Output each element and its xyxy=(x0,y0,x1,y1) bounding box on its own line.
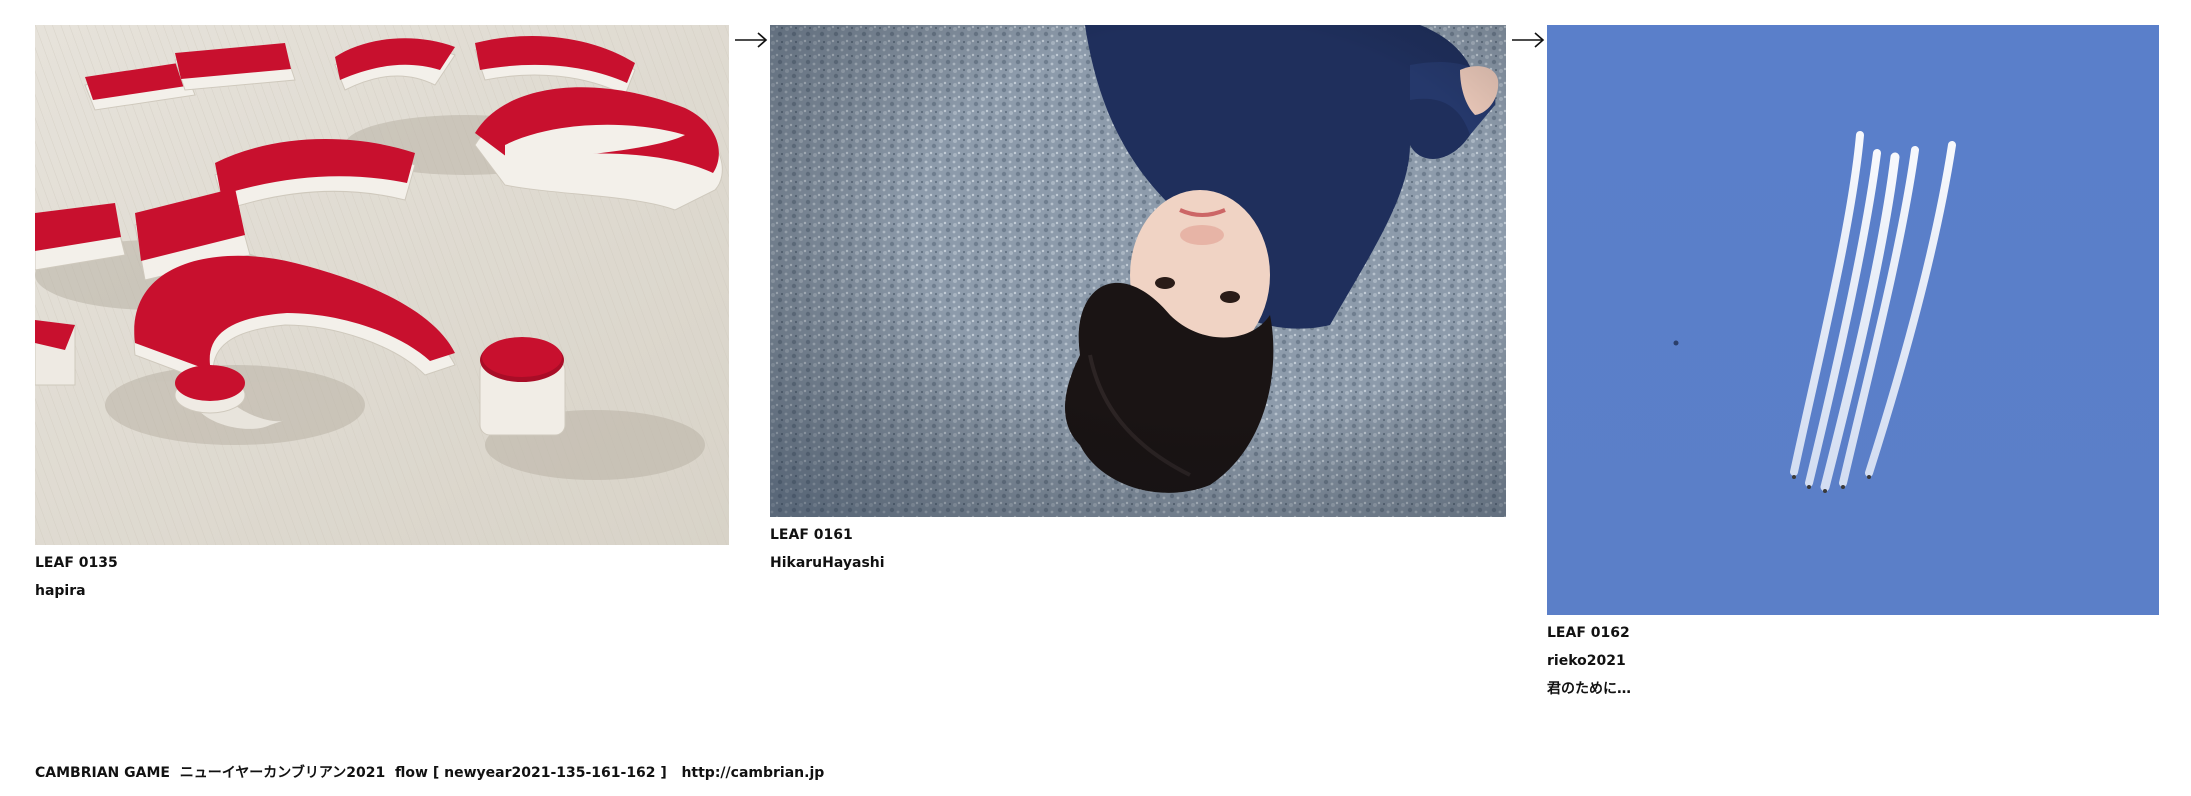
leaf-card-0161: LEAF 0161 HikaruHayashi xyxy=(770,25,1506,573)
leaf-meta-0161: LEAF 0161 HikaruHayashi xyxy=(770,525,1506,573)
leaf-image-0135[interactable] xyxy=(35,25,729,545)
leaf-image-0161[interactable] xyxy=(770,25,1506,517)
footer-url-link[interactable]: http://cambrian.jp xyxy=(681,765,824,781)
leaf-author[interactable]: hapira xyxy=(35,581,729,601)
photo-contrails-sky xyxy=(1547,25,2159,615)
leaf-author[interactable]: HikaruHayashi xyxy=(770,553,1506,573)
photo-red-white-letters xyxy=(35,25,729,545)
leaf-card-0162: LEAF 0162 rieko2021 君のために… xyxy=(1547,25,2159,699)
leaf-meta-0135: LEAF 0135 hapira xyxy=(35,553,729,601)
footer-title: ニューイヤーカンブリアン2021 xyxy=(179,765,386,781)
photo-child-on-ground xyxy=(770,25,1506,517)
leaf-number[interactable]: LEAF 0162 xyxy=(1547,623,2159,643)
footer-brand-link[interactable]: CAMBRIAN GAME xyxy=(35,765,170,781)
leaf-caption: 君のために… xyxy=(1547,681,1631,697)
leaf-number[interactable]: LEAF 0135 xyxy=(35,553,729,573)
arrow-right-icon xyxy=(735,32,768,48)
footer-flow: flow [ newyear2021-135-161-162 ] xyxy=(395,765,667,781)
arrow-right-icon xyxy=(1512,32,1545,48)
leaf-author[interactable]: rieko2021 xyxy=(1547,651,2159,671)
footer: CAMBRIAN GAME ニューイヤーカンブリアン2021 flow [ ne… xyxy=(35,762,824,782)
leaf-image-0162[interactable] xyxy=(1547,25,2159,615)
leaf-meta-0162: LEAF 0162 rieko2021 君のために… xyxy=(1547,623,2159,699)
leaf-card-0135: LEAF 0135 hapira xyxy=(35,25,729,601)
leaf-number[interactable]: LEAF 0161 xyxy=(770,525,1506,545)
